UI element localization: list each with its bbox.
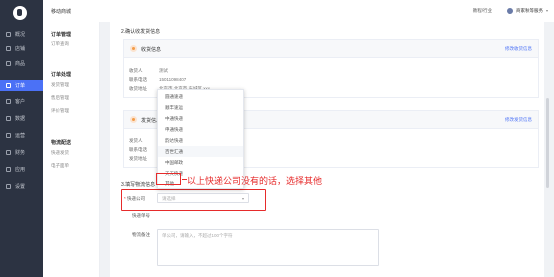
operations-icon — [6, 133, 11, 138]
nav-item-store[interactable]: 店铺 — [0, 43, 43, 54]
customer-icon — [6, 99, 11, 104]
primary-nav: 概况 店铺 商品 订单 客户 数据 运营 财务 应用 设置 — [0, 0, 43, 277]
nav-item-label: 订单 — [15, 83, 26, 89]
receiver-card-header: 收货信息 修改收货信息 — [124, 40, 538, 58]
app-logo-icon[interactable] — [13, 6, 27, 20]
nav-link-aftersales[interactable]: 售后管理 — [51, 95, 69, 101]
account-name: 商家秋等服务 — [516, 7, 543, 13]
nav-item-orders[interactable]: 订单 — [0, 80, 43, 91]
nav-item-label: 财务 — [15, 150, 26, 156]
courier-select-highlight — [121, 189, 266, 211]
receiver-phone-value: 15011098407 — [159, 77, 187, 82]
nav-item-settings[interactable]: 设置 — [0, 181, 43, 192]
nav-item-label: 店铺 — [15, 46, 26, 52]
finance-icon — [6, 150, 11, 155]
edit-receiver-link[interactable]: 修改收货信息 — [505, 46, 532, 52]
chevron-down-icon — [546, 9, 548, 12]
receiver-card-title: 收货信息 — [141, 47, 162, 53]
nav-item-overview[interactable]: 概况 — [0, 29, 43, 40]
nav-link-express[interactable]: 快递发货 — [51, 150, 69, 156]
nav-link-waybill[interactable]: 电子面单 — [51, 163, 69, 169]
receiver-phone-label: 联系电话 — [129, 77, 147, 82]
sender-phone-label: 联系电话 — [129, 147, 147, 152]
remark-label: 物流备注 — [132, 232, 150, 237]
nav-link-reviews[interactable]: 评价管理 — [51, 108, 69, 114]
nav-item-label: 概况 — [15, 32, 26, 38]
product-icon — [6, 61, 11, 66]
sender-name-label: 发货人 — [129, 138, 143, 143]
courier-option[interactable]: 韵达快递 — [158, 135, 243, 146]
courier-option[interactable]: 中国邮政 — [158, 157, 243, 168]
tutorial-link[interactable]: 教程/行业 — [473, 8, 492, 14]
nav-item-operations[interactable]: 运营 — [0, 130, 43, 141]
courier-option[interactable]: 顺丰速运 — [158, 102, 243, 113]
receiver-name-label: 收货人 — [129, 68, 143, 73]
receiver-address-label: 收货地址 — [129, 86, 147, 91]
nav-group-title: 物流配送 — [51, 140, 72, 146]
order-icon — [6, 83, 11, 88]
remark-textarea[interactable]: 单公司，请输入，不超过100个字符 — [157, 229, 379, 266]
step3-title: 3.填写物流信息 — [121, 182, 156, 188]
remark-placeholder: 单公司，请输入，不超过100个字符 — [162, 233, 233, 238]
nav-group-title: 订单管理 — [51, 32, 72, 38]
nav-item-apps[interactable]: 应用 — [0, 164, 43, 175]
overview-icon — [6, 32, 11, 37]
receiver-name-value: 测试 — [159, 68, 168, 73]
data-icon — [6, 116, 11, 121]
avatar — [507, 7, 513, 14]
edit-sender-link[interactable]: 修改发货信息 — [505, 117, 532, 123]
nav-item-label: 设置 — [15, 184, 26, 190]
secondary-nav: 订单管理 订单查询 订单处理 发货管理 售后管理 评价管理 物流配送 快递发货 … — [43, 22, 100, 277]
nav-item-customers[interactable]: 客户 — [0, 96, 43, 107]
courier-option[interactable]: 中通快递 — [158, 113, 243, 124]
courier-option[interactable]: 圆通速递 — [158, 91, 243, 102]
nav-group-title: 订单处理 — [51, 72, 72, 78]
annotation-text: 以上快递公司没有的话，选择其他 — [187, 176, 323, 186]
sender-address-label: 发货地址 — [129, 156, 147, 161]
location-icon — [130, 45, 137, 52]
apps-icon — [6, 167, 11, 172]
nav-item-data[interactable]: 数据 — [0, 113, 43, 124]
scrollbar[interactable] — [546, 98, 549, 188]
store-name: 移动商城 — [51, 9, 72, 15]
top-bar: 移动商城 教程/行业 商家秋等服务 — [43, 0, 554, 22]
tracking-label: 快递单号 — [132, 213, 150, 218]
settings-icon — [6, 184, 11, 189]
courier-option[interactable]: 百世汇通 — [158, 146, 243, 157]
account-menu[interactable]: 商家秋等服务 — [507, 6, 548, 15]
nav-link-order-query[interactable]: 订单查询 — [51, 41, 69, 47]
other-option-highlight — [156, 173, 181, 185]
nav-item-label: 商品 — [15, 61, 26, 67]
courier-option[interactable]: 申通快递 — [158, 124, 243, 135]
nav-item-finance[interactable]: 财务 — [0, 147, 43, 158]
nav-item-label: 应用 — [15, 167, 26, 173]
sender-icon — [130, 116, 137, 123]
nav-item-label: 客户 — [15, 99, 26, 105]
nav-item-products[interactable]: 商品 — [0, 58, 43, 69]
store-icon — [6, 46, 11, 51]
nav-item-label: 数据 — [15, 116, 26, 122]
nav-item-label: 运营 — [15, 133, 26, 139]
step2-title: 2.确认收发货信息 — [121, 29, 161, 35]
nav-link-shipping[interactable]: 发货管理 — [51, 82, 69, 88]
